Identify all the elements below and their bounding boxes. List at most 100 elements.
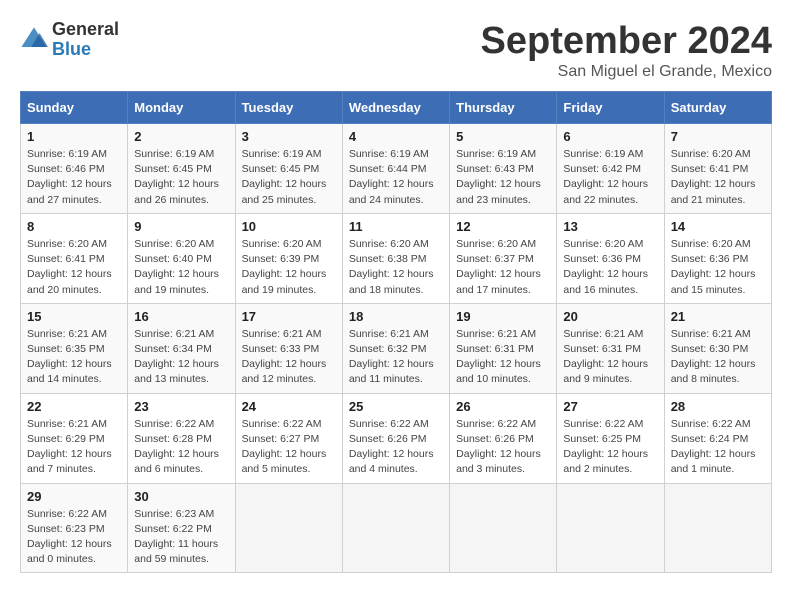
calendar-cell: 30 Sunrise: 6:23 AMSunset: 6:22 PMDayligh… [128, 483, 235, 573]
calendar-cell: 13Sunrise: 6:20 AMSunset: 6:36 PMDayligh… [557, 213, 664, 303]
day-info: Sunrise: 6:21 AMSunset: 6:35 PMDaylight:… [27, 327, 121, 388]
day-info: Sunrise: 6:22 AMSunset: 6:25 PMDaylight:… [563, 417, 657, 478]
weekday-header-saturday: Saturday [664, 92, 771, 124]
day-number: 23 [134, 399, 228, 414]
weekday-header-tuesday: Tuesday [235, 92, 342, 124]
day-info: Sunrise: 6:22 AMSunset: 6:28 PMDaylight:… [134, 417, 228, 478]
calendar-cell: 1 Sunrise: 6:19 AMSunset: 6:46 PMDaylight… [21, 124, 128, 214]
calendar-cell: 27 Sunrise: 6:22 AMSunset: 6:25 PMDayligh… [557, 393, 664, 483]
calendar-cell: 25 Sunrise: 6:22 AMSunset: 6:26 PMDayligh… [342, 393, 449, 483]
day-number: 30 [134, 489, 228, 504]
day-number: 3 [242, 129, 336, 144]
page-header: General Blue September 2024 San Miguel e… [20, 20, 772, 81]
day-number: 11 [349, 219, 443, 234]
day-number: 16 [134, 309, 228, 324]
day-number: 2 [134, 129, 228, 144]
title-section: September 2024 San Miguel el Grande, Mex… [481, 20, 773, 81]
calendar-week-3: 15 Sunrise: 6:21 AMSunset: 6:35 PMDayligh… [21, 303, 772, 393]
day-number: 4 [349, 129, 443, 144]
day-number: 24 [242, 399, 336, 414]
day-info: Sunrise: 6:19 AMSunset: 6:45 PMDaylight:… [134, 147, 228, 208]
calendar-cell: 8 Sunrise: 6:20 AMSunset: 6:41 PMDaylight… [21, 213, 128, 303]
day-number: 12 [456, 219, 550, 234]
calendar-cell: 9Sunrise: 6:20 AMSunset: 6:40 PMDaylight… [128, 213, 235, 303]
day-info: Sunrise: 6:22 AMSunset: 6:26 PMDaylight:… [349, 417, 443, 478]
calendar-cell: 28Sunrise: 6:22 AMSunset: 6:24 PMDayligh… [664, 393, 771, 483]
day-info: Sunrise: 6:21 AMSunset: 6:29 PMDaylight:… [27, 417, 121, 478]
day-number: 20 [563, 309, 657, 324]
month-title: September 2024 [481, 20, 773, 63]
day-info: Sunrise: 6:19 AMSunset: 6:43 PMDaylight:… [456, 147, 550, 208]
day-number: 19 [456, 309, 550, 324]
day-info: Sunrise: 6:20 AMSunset: 6:36 PMDaylight:… [563, 237, 657, 298]
calendar-cell: 12 Sunrise: 6:20 AMSunset: 6:37 PMDayligh… [450, 213, 557, 303]
day-info: Sunrise: 6:21 AMSunset: 6:33 PMDaylight:… [242, 327, 336, 388]
calendar-cell: 10Sunrise: 6:20 AMSunset: 6:39 PMDayligh… [235, 213, 342, 303]
calendar-cell: 22 Sunrise: 6:21 AMSunset: 6:29 PMDayligh… [21, 393, 128, 483]
day-number: 18 [349, 309, 443, 324]
day-info: Sunrise: 6:21 AMSunset: 6:30 PMDaylight:… [671, 327, 765, 388]
calendar-cell: 3 Sunrise: 6:19 AMSunset: 6:45 PMDaylight… [235, 124, 342, 214]
day-info: Sunrise: 6:22 AMSunset: 6:23 PMDaylight:… [27, 507, 121, 568]
calendar-cell: 21 Sunrise: 6:21 AMSunset: 6:30 PMDayligh… [664, 303, 771, 393]
logo-line2: Blue [52, 40, 119, 60]
day-number: 22 [27, 399, 121, 414]
day-info: Sunrise: 6:21 AMSunset: 6:31 PMDaylight:… [563, 327, 657, 388]
calendar-cell: 20 Sunrise: 6:21 AMSunset: 6:31 PMDayligh… [557, 303, 664, 393]
weekday-header-sunday: Sunday [21, 92, 128, 124]
day-number: 8 [27, 219, 121, 234]
day-number: 9 [134, 219, 228, 234]
calendar-cell [557, 483, 664, 573]
calendar-cell [235, 483, 342, 573]
calendar-week-1: 1 Sunrise: 6:19 AMSunset: 6:46 PMDaylight… [21, 124, 772, 214]
day-number: 21 [671, 309, 765, 324]
calendar-cell: 11Sunrise: 6:20 AMSunset: 6:38 PMDayligh… [342, 213, 449, 303]
day-number: 6 [563, 129, 657, 144]
calendar-week-2: 8 Sunrise: 6:20 AMSunset: 6:41 PMDaylight… [21, 213, 772, 303]
weekday-header-monday: Monday [128, 92, 235, 124]
calendar-cell: 7Sunrise: 6:20 AMSunset: 6:41 PMDaylight… [664, 124, 771, 214]
calendar-cell: 19 Sunrise: 6:21 AMSunset: 6:31 PMDayligh… [450, 303, 557, 393]
calendar-cell: 5 Sunrise: 6:19 AMSunset: 6:43 PMDaylight… [450, 124, 557, 214]
calendar-header: SundayMondayTuesdayWednesdayThursdayFrid… [21, 92, 772, 124]
calendar-week-5: 29 Sunrise: 6:22 AMSunset: 6:23 PMDayligh… [21, 483, 772, 573]
weekday-header-wednesday: Wednesday [342, 92, 449, 124]
day-info: Sunrise: 6:23 AMSunset: 6:22 PMDaylight:… [134, 507, 228, 568]
logo-line1: General [52, 20, 119, 40]
day-number: 29 [27, 489, 121, 504]
day-number: 25 [349, 399, 443, 414]
day-number: 7 [671, 129, 765, 144]
day-info: Sunrise: 6:20 AMSunset: 6:41 PMDaylight:… [27, 237, 121, 298]
calendar-cell: 14 Sunrise: 6:20 AMSunset: 6:36 PMDayligh… [664, 213, 771, 303]
day-info: Sunrise: 6:19 AMSunset: 6:44 PMDaylight:… [349, 147, 443, 208]
calendar-week-4: 22 Sunrise: 6:21 AMSunset: 6:29 PMDayligh… [21, 393, 772, 483]
day-info: Sunrise: 6:20 AMSunset: 6:36 PMDaylight:… [671, 237, 765, 298]
calendar-cell: 17 Sunrise: 6:21 AMSunset: 6:33 PMDayligh… [235, 303, 342, 393]
calendar-cell [664, 483, 771, 573]
day-info: Sunrise: 6:20 AMSunset: 6:37 PMDaylight:… [456, 237, 550, 298]
day-info: Sunrise: 6:21 AMSunset: 6:34 PMDaylight:… [134, 327, 228, 388]
day-number: 27 [563, 399, 657, 414]
day-number: 28 [671, 399, 765, 414]
calendar-cell [450, 483, 557, 573]
weekday-header-friday: Friday [557, 92, 664, 124]
calendar-cell: 4 Sunrise: 6:19 AMSunset: 6:44 PMDaylight… [342, 124, 449, 214]
calendar-cell: 15 Sunrise: 6:21 AMSunset: 6:35 PMDayligh… [21, 303, 128, 393]
day-info: Sunrise: 6:19 AMSunset: 6:46 PMDaylight:… [27, 147, 121, 208]
logo-text: General Blue [52, 20, 119, 60]
day-number: 5 [456, 129, 550, 144]
day-number: 10 [242, 219, 336, 234]
day-info: Sunrise: 6:21 AMSunset: 6:31 PMDaylight:… [456, 327, 550, 388]
calendar-cell: 29 Sunrise: 6:22 AMSunset: 6:23 PMDayligh… [21, 483, 128, 573]
day-number: 15 [27, 309, 121, 324]
weekday-header-row: SundayMondayTuesdayWednesdayThursdayFrid… [21, 92, 772, 124]
calendar-cell: 26Sunrise: 6:22 AMSunset: 6:26 PMDayligh… [450, 393, 557, 483]
day-number: 26 [456, 399, 550, 414]
day-info: Sunrise: 6:21 AMSunset: 6:32 PMDaylight:… [349, 327, 443, 388]
calendar-body: 1 Sunrise: 6:19 AMSunset: 6:46 PMDaylight… [21, 124, 772, 573]
day-number: 17 [242, 309, 336, 324]
day-info: Sunrise: 6:22 AMSunset: 6:27 PMDaylight:… [242, 417, 336, 478]
day-number: 1 [27, 129, 121, 144]
day-number: 14 [671, 219, 765, 234]
day-info: Sunrise: 6:19 AMSunset: 6:45 PMDaylight:… [242, 147, 336, 208]
